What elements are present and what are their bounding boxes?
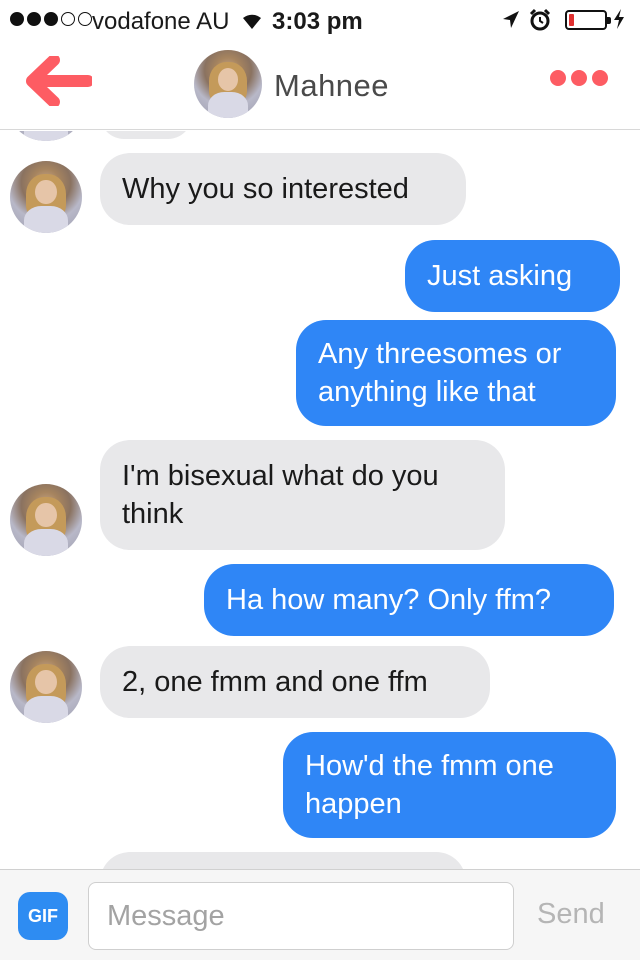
status-time: 3:03 pm bbox=[272, 8, 363, 35]
more-dots-icon[interactable] bbox=[550, 70, 608, 86]
message-bubble-partial bbox=[100, 131, 192, 139]
message-avatar bbox=[10, 161, 82, 233]
signal-strength-icon bbox=[10, 12, 92, 26]
message-bubble-sent: How'd the fmm one happen bbox=[283, 732, 616, 838]
gif-button[interactable]: GIF bbox=[18, 892, 68, 940]
message-avatar bbox=[10, 484, 82, 556]
message-avatar bbox=[10, 131, 82, 141]
back-arrow-icon[interactable] bbox=[26, 56, 92, 106]
message-bubble-received: 2, one fmm and one ffm bbox=[100, 646, 490, 718]
status-bar: vodafone AU 3:03 pm bbox=[0, 0, 640, 42]
location-arrow-icon bbox=[503, 11, 519, 28]
message-composer: GIF Send bbox=[0, 869, 640, 960]
navigation-bar: Mahnee bbox=[0, 42, 640, 130]
message-bubble-sent: Ha how many? Only ffm? bbox=[204, 564, 614, 636]
send-button[interactable]: Send bbox=[537, 898, 605, 931]
charging-bolt-icon bbox=[614, 9, 624, 29]
carrier-name: vodafone AU bbox=[92, 8, 230, 35]
message-bubble-sent: Just asking bbox=[405, 240, 620, 312]
message-avatar bbox=[10, 651, 82, 723]
message-input[interactable] bbox=[88, 882, 514, 950]
battery-icon bbox=[565, 10, 611, 30]
message-bubble-partial bbox=[100, 852, 466, 869]
message-bubble-received: I'm bisexual what do you think bbox=[100, 440, 505, 550]
contact-name[interactable]: Mahnee bbox=[274, 68, 389, 104]
contact-avatar[interactable] bbox=[194, 50, 262, 118]
message-bubble-received: Why you so interested bbox=[100, 153, 466, 225]
message-bubble-sent: Any threesomes or anything like that bbox=[296, 320, 616, 426]
alarm-clock-icon bbox=[529, 8, 551, 31]
wifi-icon bbox=[243, 14, 261, 29]
message-thread[interactable]: Why you so interested Just asking Any th… bbox=[0, 131, 640, 869]
